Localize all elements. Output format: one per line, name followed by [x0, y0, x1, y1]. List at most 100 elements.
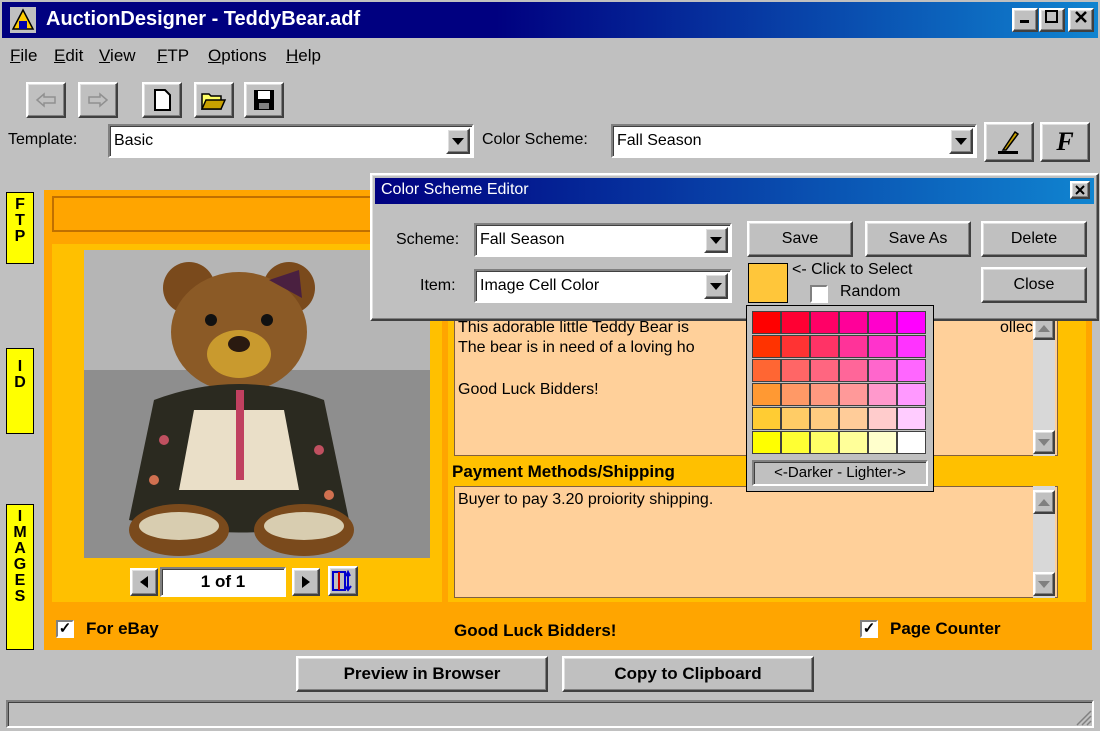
palette-color-cell[interactable] [868, 407, 897, 430]
palette-color-cell[interactable] [868, 383, 897, 406]
back-button[interactable] [26, 82, 66, 118]
side-tab-ftp[interactable]: FTP [6, 192, 34, 264]
palette-color-cell[interactable] [781, 359, 810, 382]
close-window-button[interactable] [1068, 8, 1094, 32]
palette-color-cell[interactable] [868, 311, 897, 334]
maximize-button[interactable] [1039, 8, 1065, 32]
forward-button[interactable] [78, 82, 118, 118]
palette-color-cell[interactable] [810, 407, 839, 430]
palette-color-cell[interactable] [897, 407, 926, 430]
scroll-down-button[interactable] [1033, 572, 1055, 596]
palette-color-cell[interactable] [752, 335, 781, 358]
payment-text-area[interactable]: Buyer to pay 3.20 proiority shipping. [454, 486, 1058, 598]
palette-color-cell[interactable] [810, 359, 839, 382]
palette-color-cell[interactable] [897, 359, 926, 382]
palette-color-cell[interactable] [897, 335, 926, 358]
menu-view[interactable]: View [99, 46, 136, 66]
palette-color-cell[interactable] [810, 383, 839, 406]
template-select[interactable]: Basic [108, 124, 474, 158]
chevron-down-icon[interactable] [704, 227, 728, 253]
payment-scrollbar[interactable] [1033, 486, 1055, 598]
menu-help-mnemonic: H [286, 46, 299, 65]
palette-color-cell[interactable] [781, 335, 810, 358]
palette-color-cell[interactable] [839, 407, 868, 430]
palette-color-cell[interactable] [868, 335, 897, 358]
menu-file[interactable]: File [10, 46, 37, 66]
click-to-select-hint: <- Click to Select [792, 261, 913, 278]
reorder-images-button[interactable] [328, 566, 358, 596]
palette-color-cell[interactable] [752, 359, 781, 382]
save-file-button[interactable] [244, 82, 284, 118]
open-file-button[interactable] [194, 82, 234, 118]
chevron-down-icon[interactable] [704, 273, 728, 299]
palette-color-cell[interactable] [868, 359, 897, 382]
chevron-down-icon[interactable] [446, 128, 470, 154]
palette-color-cell[interactable] [839, 383, 868, 406]
palette-color-cell[interactable] [897, 383, 926, 406]
preview-in-browser-button[interactable]: Preview in Browser [296, 656, 548, 692]
palette-color-cell[interactable] [868, 431, 897, 454]
palette-color-cell[interactable] [752, 407, 781, 430]
new-file-button[interactable] [142, 82, 182, 118]
side-tab-id[interactable]: ID [6, 348, 34, 434]
title-text-field[interactable] [52, 196, 382, 232]
dialog-close-x-button[interactable] [1070, 181, 1090, 199]
previous-image-button[interactable] [130, 568, 158, 596]
close-dialog-button[interactable]: Close [981, 267, 1087, 303]
palette-color-cell[interactable] [752, 431, 781, 454]
palette-color-cell[interactable] [781, 311, 810, 334]
color-scheme-select[interactable]: Fall Season [611, 124, 977, 158]
menu-help-label: elp [298, 46, 321, 65]
menu-edit[interactable]: Edit [54, 46, 83, 66]
palette-color-cell[interactable] [810, 335, 839, 358]
minimize-button[interactable] [1012, 8, 1038, 32]
palette-footer: <-Darker - Lighter-> [752, 460, 928, 486]
page-counter-checkbox[interactable]: ✓ [860, 620, 878, 638]
palette-color-cell[interactable] [810, 311, 839, 334]
palette-color-cell[interactable] [781, 407, 810, 430]
arrow-down-icon [1038, 580, 1050, 588]
auction-designer-icon [10, 7, 36, 33]
palette-color-cell[interactable] [897, 311, 926, 334]
palette-color-cell[interactable] [839, 335, 868, 358]
palette-color-cell[interactable] [839, 359, 868, 382]
for-ebay-checkbox[interactable]: ✓ [56, 620, 74, 638]
delete-scheme-button[interactable]: Delete [981, 221, 1087, 257]
save-scheme-button[interactable]: Save [747, 221, 853, 257]
menu-ftp[interactable]: FTP [157, 46, 189, 66]
side-tab-images[interactable]: IMAGES [6, 504, 34, 650]
chevron-down-icon[interactable] [949, 128, 973, 154]
menu-help[interactable]: Help [286, 46, 321, 66]
color-scheme-editor-button[interactable] [984, 122, 1034, 162]
for-ebay-label: For eBay [86, 619, 159, 638]
dialog-title-bar[interactable]: Color Scheme Editor [375, 178, 1094, 204]
font-button[interactable]: F [1040, 122, 1090, 162]
palette-color-cell[interactable] [810, 431, 839, 454]
menu-options-label: ptions [221, 46, 267, 65]
menu-edit-label: dit [65, 46, 84, 65]
dialog-scheme-select[interactable]: Fall Season [474, 223, 732, 257]
palette-color-cell[interactable] [839, 311, 868, 334]
description-scrollbar[interactable] [1033, 300, 1055, 456]
scroll-up-button[interactable] [1033, 490, 1055, 514]
next-image-button[interactable] [292, 568, 320, 596]
palette-color-cell[interactable] [897, 431, 926, 454]
title-bar[interactable]: AuctionDesigner - TeddyBear.adf [2, 2, 1098, 38]
page-counter-label: Page Counter [890, 619, 1001, 638]
menu-options[interactable]: Options [208, 46, 267, 66]
save-as-scheme-button[interactable]: Save As [865, 221, 971, 257]
palette-color-cell[interactable] [781, 431, 810, 454]
palette-color-cell[interactable] [839, 431, 868, 454]
palette-color-cell[interactable] [752, 383, 781, 406]
palette-color-cell[interactable] [752, 311, 781, 334]
swap-images-icon [332, 570, 352, 592]
selected-color-swatch[interactable] [748, 263, 788, 303]
random-checkbox[interactable] [810, 285, 828, 303]
resize-grip-icon[interactable] [1074, 708, 1092, 726]
scroll-down-button[interactable] [1033, 430, 1055, 454]
menu-options-mnemonic: O [208, 46, 222, 65]
copy-to-clipboard-button[interactable]: Copy to Clipboard [562, 656, 814, 692]
palette-color-cell[interactable] [781, 383, 810, 406]
menu-ftp-mnemonic: F [157, 46, 168, 65]
dialog-item-select[interactable]: Image Cell Color [474, 269, 732, 303]
